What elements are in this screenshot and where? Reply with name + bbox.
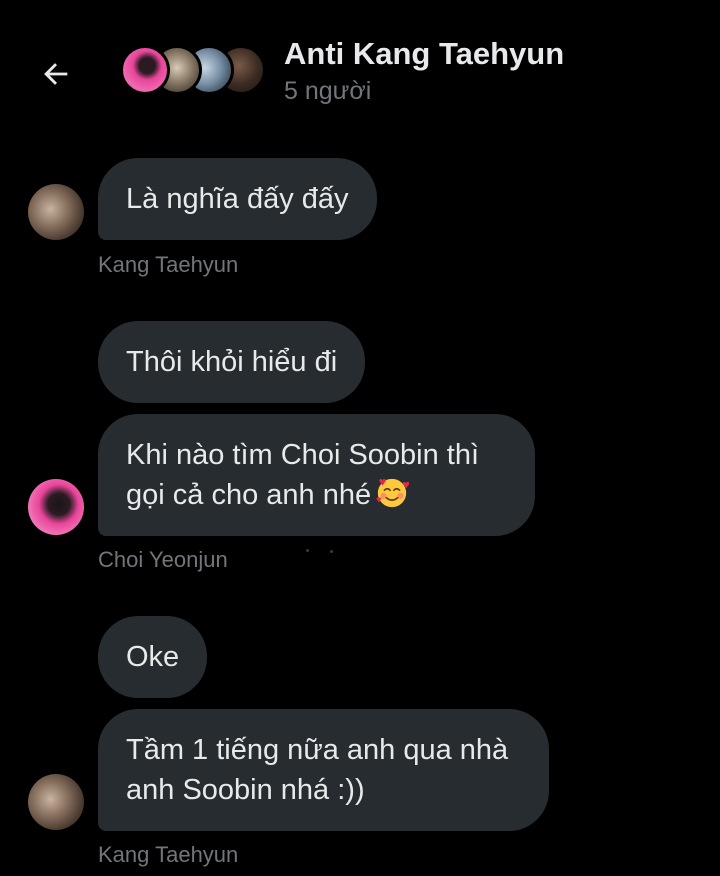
message-bubble[interactable]: Tầm 1 tiếng nữa anh qua nhà anh Soobin n…	[98, 709, 549, 831]
message-text-line: anh Soobin nhá :))	[126, 774, 365, 806]
sender-name: Kang Taehyun	[98, 252, 239, 277]
conversation-title[interactable]: Anti Kang Taehyun	[284, 36, 564, 72]
message-bubble[interactable]: Oke	[98, 616, 208, 698]
smiling-face-with-hearts-icon	[376, 478, 410, 508]
message-bubble[interactable]: Là nghĩa đấy đấy	[98, 158, 377, 240]
avatar-kang-taehyun[interactable]	[28, 184, 84, 240]
message-text-line: gọi cả cho anh nhé	[126, 475, 507, 515]
sender-name: Choi Yeonjun	[98, 547, 228, 572]
avatar-choi-yeonjun[interactable]	[28, 479, 84, 535]
message-text: Oke	[126, 641, 180, 673]
message-bubble[interactable]: Khi nào tìm Choi Soobin thì gọi cả cho a…	[98, 414, 535, 536]
sender-name: Kang Taehyun	[98, 842, 239, 867]
group-member-avatar	[120, 45, 170, 95]
group-avatar-stack[interactable]	[120, 45, 270, 101]
message-text: Thôi khỏi hiểu đi	[126, 346, 338, 378]
image-artifact	[306, 549, 309, 552]
arrow-left-icon	[44, 63, 68, 85]
avatar-kang-taehyun[interactable]	[28, 774, 84, 830]
message-text: Là nghĩa đấy đấy	[126, 183, 349, 215]
chat-header: Anti Kang Taehyun 5 người	[0, 0, 720, 140]
image-artifact	[330, 550, 333, 553]
message-text-line: Tầm 1 tiếng nữa anh qua nhà	[126, 734, 509, 766]
member-count: 5 người	[284, 77, 372, 105]
message-text-line: Khi nào tìm Choi Soobin thì	[126, 439, 480, 471]
message-bubble[interactable]: Thôi khỏi hiểu đi	[98, 321, 366, 403]
back-button[interactable]	[34, 52, 78, 96]
